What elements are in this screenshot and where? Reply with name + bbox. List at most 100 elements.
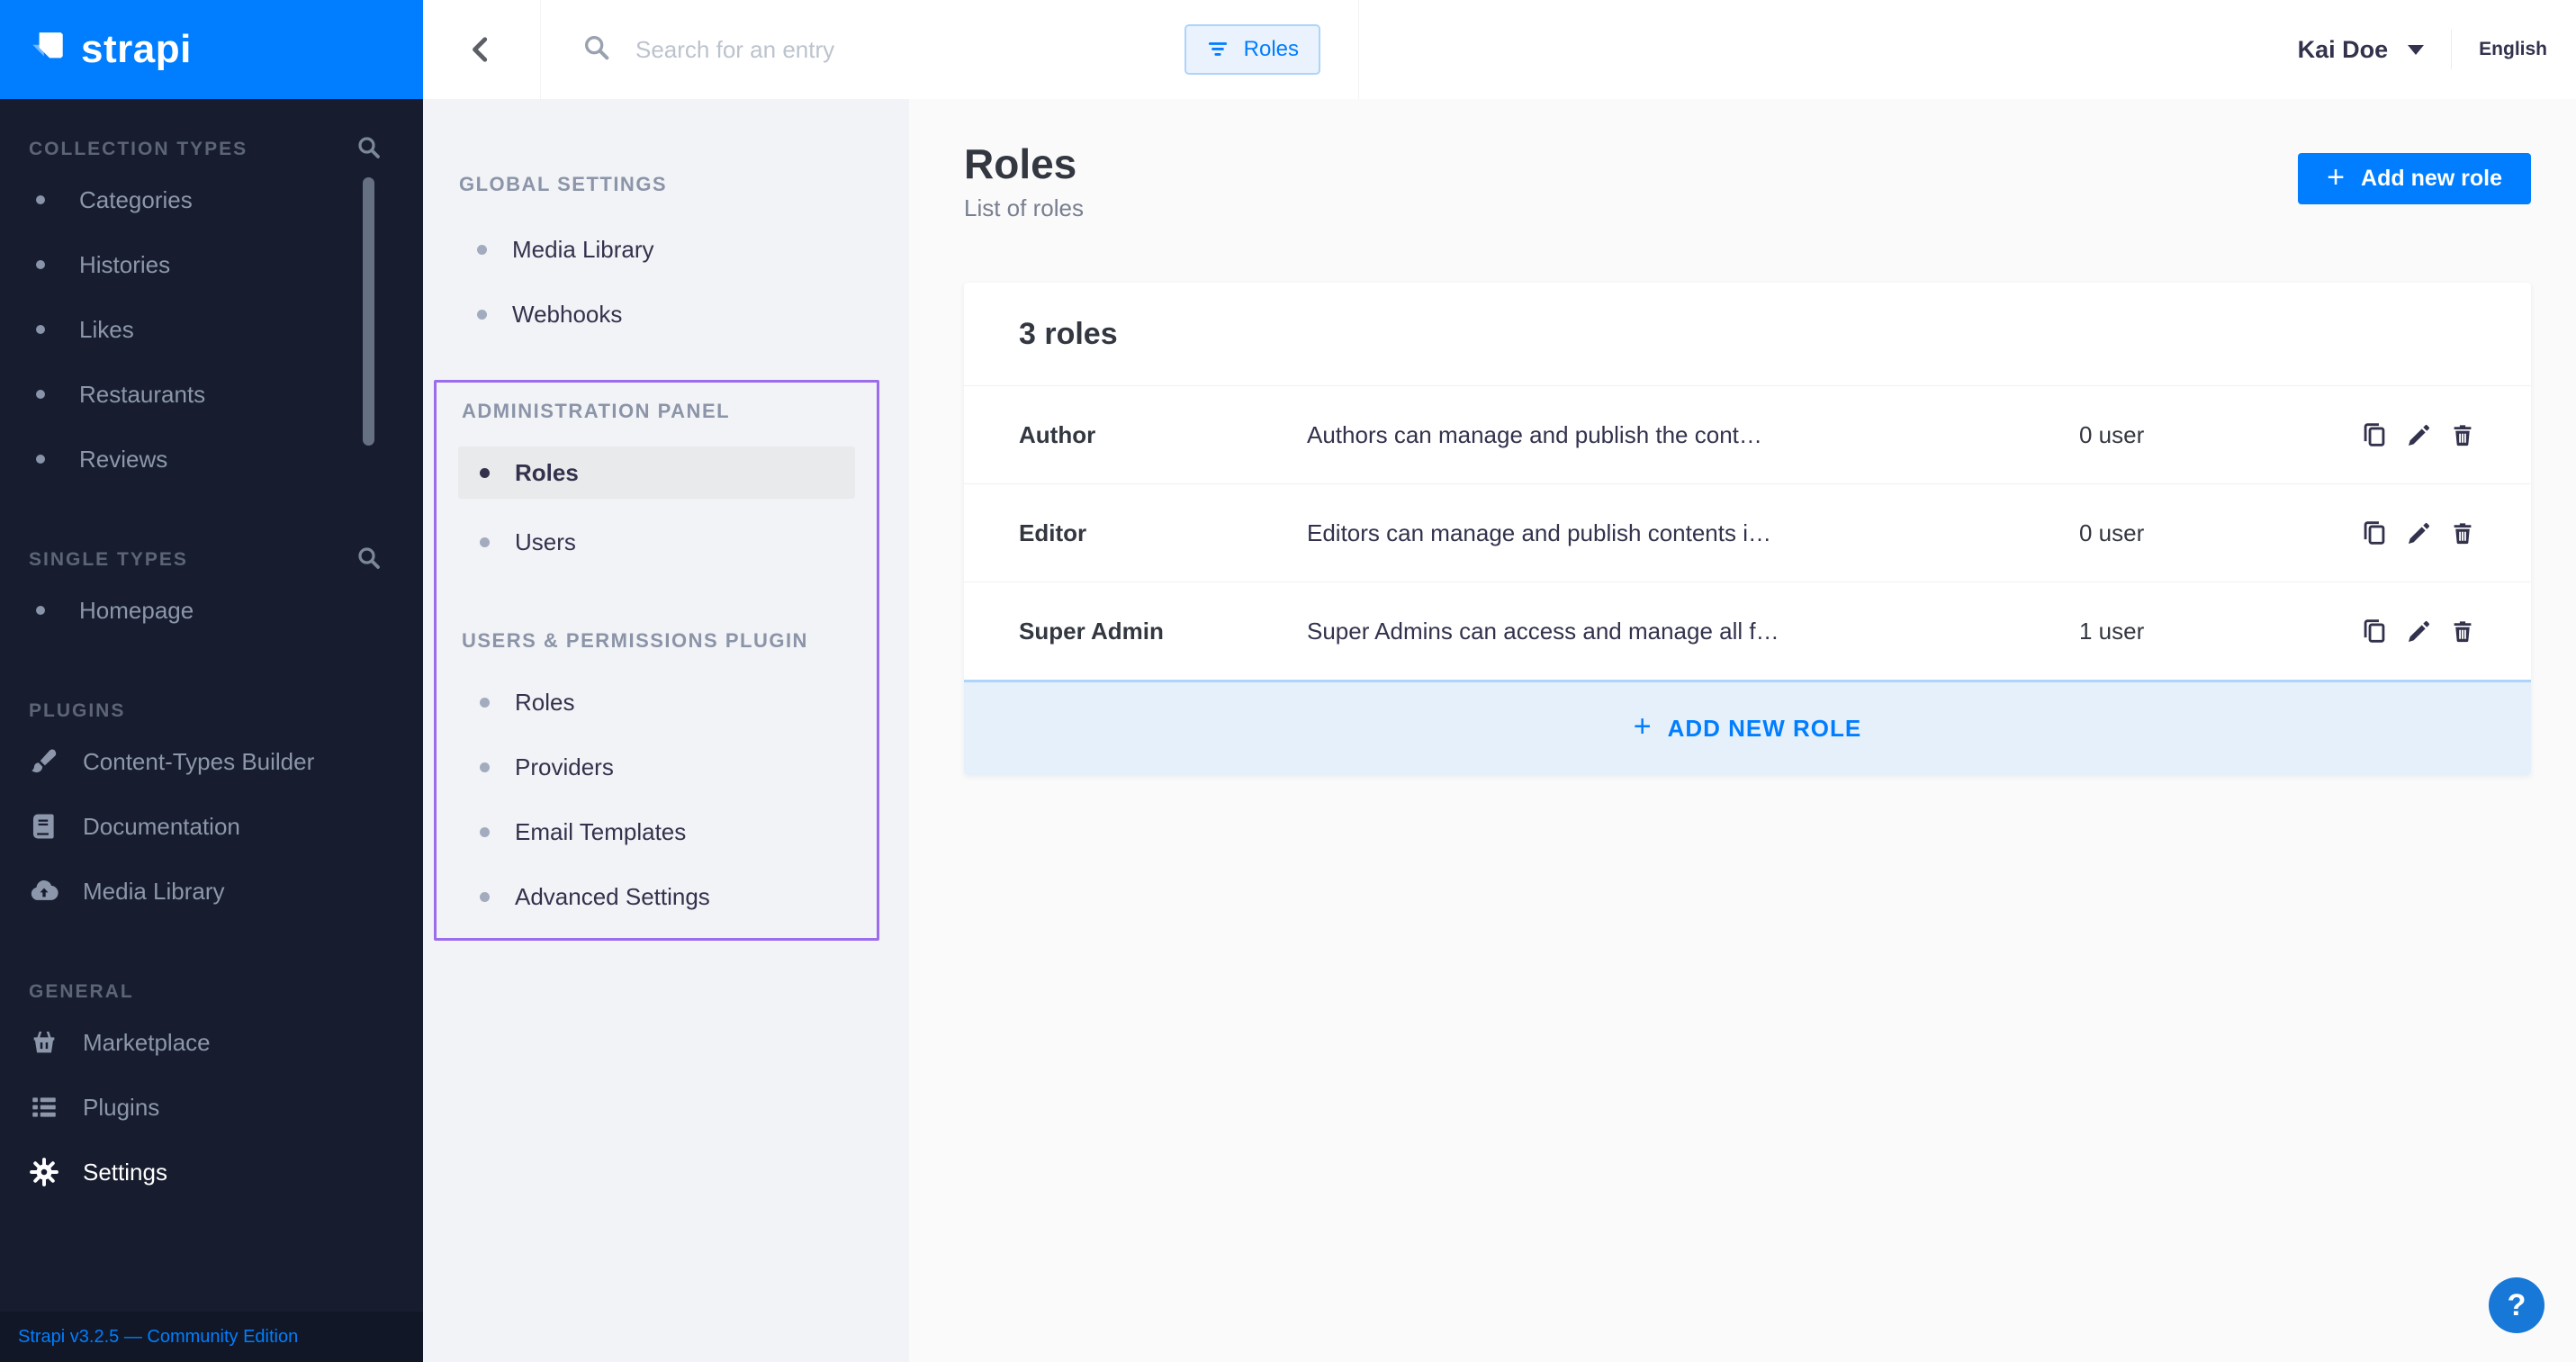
delete-button[interactable] (2449, 519, 2476, 547)
delete-icon (2449, 617, 2476, 645)
settings-item-webhooks[interactable]: Webhooks (423, 282, 909, 347)
sidebar-item-plugins[interactable]: Plugins (0, 1075, 423, 1140)
highlighted-settings-group: ADMINISTRATION PANEL Roles Users USERS &… (434, 380, 879, 941)
main-sidebar: strapi COLLECTION TYPES Categories Histo… (0, 0, 423, 1362)
user-menu[interactable]: Kai Doe (2298, 36, 2425, 64)
duplicate-button[interactable] (2359, 616, 2390, 646)
bullet-icon (477, 245, 487, 255)
section-title: GENERAL (29, 981, 383, 1003)
bullet-icon (480, 468, 490, 478)
bullet-icon (36, 325, 45, 334)
sidebar-item-media-library[interactable]: Media Library (0, 859, 423, 924)
sidebar-item-marketplace[interactable]: Marketplace (0, 1010, 423, 1075)
row-actions (2359, 419, 2476, 450)
delete-button[interactable] (2449, 617, 2476, 645)
version-bar: Strapi v3.2.5 — Community Edition (0, 1312, 423, 1362)
edit-icon (2405, 420, 2434, 449)
search-bar: Roles (540, 0, 1359, 99)
edit-button[interactable] (2405, 519, 2434, 547)
duplicate-button[interactable] (2359, 419, 2390, 450)
section-title: SINGLE TYPES (29, 549, 356, 571)
duplicate-icon (2359, 419, 2390, 450)
strapi-logo[interactable]: strapi (0, 0, 423, 99)
settings-item-email-templates[interactable]: Email Templates (437, 799, 877, 864)
sidebar-item-restaurants[interactable]: Restaurants (0, 362, 423, 427)
settings-item-roles-admin[interactable]: Roles (458, 446, 855, 499)
role-name: Author (1019, 421, 1307, 449)
section-title: PLUGINS (29, 700, 383, 722)
delete-button[interactable] (2449, 420, 2476, 449)
filter-icon (1206, 38, 1229, 61)
settings-item-users[interactable]: Users (437, 510, 877, 574)
edit-icon (2405, 519, 2434, 547)
bullet-icon (480, 537, 490, 547)
language-selector[interactable]: English (2479, 39, 2547, 60)
bullet-icon (480, 827, 490, 837)
delete-icon (2449, 519, 2476, 547)
search-icon[interactable] (356, 134, 383, 166)
version-link[interactable]: Strapi v3.2.5 — Community Edition (18, 1327, 298, 1348)
sidebar-item-settings[interactable]: Settings (0, 1140, 423, 1204)
settings-item-providers[interactable]: Providers (437, 735, 877, 799)
settings-item-advanced-settings[interactable]: Advanced Settings (437, 864, 877, 929)
add-new-role-footer-button[interactable]: + ADD NEW ROLE (964, 680, 2531, 775)
gear-icon (29, 1157, 59, 1187)
add-new-role-button[interactable]: + Add new role (2298, 153, 2531, 204)
duplicate-button[interactable] (2359, 518, 2390, 548)
main-content: Roles List of roles + Add new role 3 rol… (909, 99, 2576, 1362)
edit-button[interactable] (2405, 420, 2434, 449)
section-general: GENERAL Marketplace Plugins Settings (0, 974, 423, 1204)
table-row-super-admin[interactable]: Super Admin Super Admins can access and … (964, 582, 2531, 680)
role-description: Authors can manage and publish the cont… (1307, 421, 2079, 449)
settings-item-roles-plugin[interactable]: Roles (437, 670, 877, 735)
sidebar-item-categories[interactable]: Categories (0, 167, 423, 232)
sidebar-nav: COLLECTION TYPES Categories Histories Li… (0, 99, 423, 1204)
section-users-permissions-plugin: USERS & PERMISSIONS PLUGIN Roles Provide… (437, 623, 877, 929)
section-administration-panel: ADMINISTRATION PANEL Roles Users (437, 393, 877, 574)
table-row-editor[interactable]: Editor Editors can manage and publish co… (964, 483, 2531, 582)
sidebar-item-homepage[interactable]: Homepage (0, 578, 423, 643)
search-icon[interactable] (356, 545, 383, 576)
settings-sidebar: GLOBAL SETTINGS Media Library Webhooks A… (423, 99, 909, 1362)
roles-count: 3 roles (1019, 317, 1118, 352)
roles-card: 3 roles Author Authors can manage and pu… (964, 283, 2531, 775)
page-title: Roles (964, 140, 1084, 187)
filter-chip-label: Roles (1244, 37, 1299, 62)
page-header: Roles List of roles + Add new role (909, 99, 2576, 222)
sidebar-item-histories[interactable]: Histories (0, 232, 423, 297)
table-row-author[interactable]: Author Authors can manage and publish th… (964, 385, 2531, 483)
brush-icon (29, 746, 59, 777)
help-button[interactable]: ? (2489, 1277, 2544, 1333)
topbar-right: Kai Doe English (1359, 0, 2576, 99)
strapi-admin-screen: strapi COLLECTION TYPES Categories Histo… (0, 0, 2576, 1362)
chevron-down-icon (2408, 45, 2424, 55)
settings-item-media-library[interactable]: Media Library (423, 217, 909, 282)
bullet-icon (480, 698, 490, 708)
role-name: Editor (1019, 519, 1307, 547)
section-plugins: PLUGINS Content-Types Builder Documentat… (0, 693, 423, 924)
sidebar-item-likes[interactable]: Likes (0, 297, 423, 362)
role-description: Editors can manage and publish contents … (1307, 519, 2079, 547)
bullet-icon (36, 260, 45, 269)
sidebar-scrollbar[interactable] (363, 177, 374, 446)
section-global-settings: GLOBAL SETTINGS Media Library Webhooks (423, 99, 909, 347)
sidebar-item-documentation[interactable]: Documentation (0, 794, 423, 859)
edit-button[interactable] (2405, 617, 2434, 645)
divider (2451, 30, 2452, 69)
sidebar-item-reviews[interactable]: Reviews (0, 427, 423, 492)
plus-icon: + (1634, 709, 1652, 744)
topbar: Roles Kai Doe English (423, 0, 2576, 100)
back-button[interactable] (423, 0, 540, 99)
role-users-count: 0 user (2079, 421, 2359, 449)
duplicate-icon (2359, 518, 2390, 548)
filter-chip[interactable]: Roles (1184, 24, 1320, 75)
role-description: Super Admins can access and manage all f… (1307, 618, 2079, 645)
section-title: COLLECTION TYPES (29, 139, 356, 160)
user-name: Kai Doe (2298, 36, 2389, 64)
sidebar-item-content-types-builder[interactable]: Content-Types Builder (0, 729, 423, 794)
section-collection-types: COLLECTION TYPES Categories Histories Li… (0, 131, 423, 492)
role-name: Super Admin (1019, 618, 1307, 645)
search-input[interactable] (634, 35, 1184, 65)
bullet-icon (477, 310, 487, 320)
row-actions (2359, 518, 2476, 548)
